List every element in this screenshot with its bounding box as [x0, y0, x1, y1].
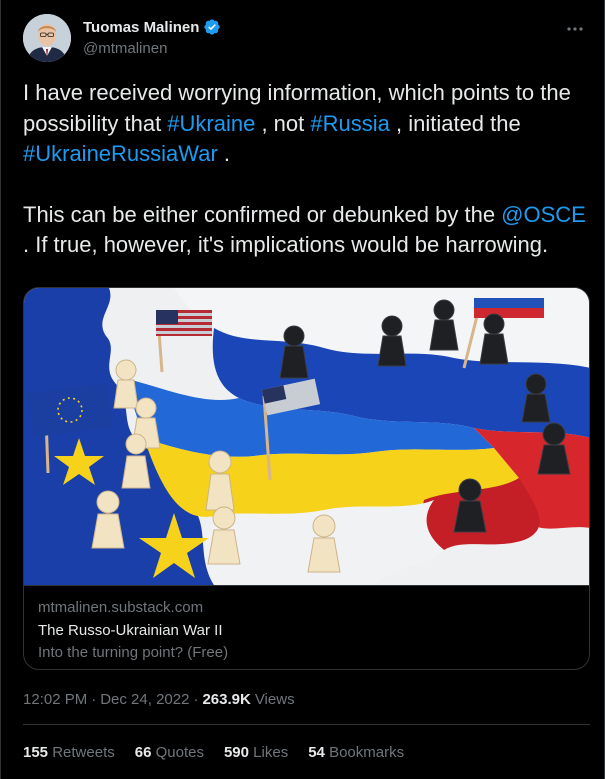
tweet-text-segment: , initiated the [389, 110, 521, 136]
card-description: Into the turning point? (Free) [38, 644, 229, 661]
verified-badge-icon[interactable] [203, 18, 221, 36]
retweets-stat[interactable]: 155 Retweets [23, 744, 115, 761]
tweet-container: Tuomas Malinen @mtmalinen I have receive… [0, 0, 605, 779]
author-name-row: Tuomas Malinen [83, 18, 221, 36]
tweet-time[interactable]: 12:02 PM [23, 691, 87, 708]
likes-count: 590 [223, 744, 249, 761]
engagement-stats: 155 Retweets 66 Quotes 590 Likes 54 Book… [23, 744, 404, 761]
tweet-text-segment: . If true, however, it's implications wo… [23, 232, 549, 257]
card-meta: mtmalinen.substack.com The Russo-Ukraini… [24, 585, 589, 669]
more-icon [567, 27, 583, 31]
profile-photo-icon [23, 14, 71, 62]
tweet-text-segment: This can be either confirmed or debunked… [23, 201, 502, 227]
likes-stat[interactable]: 590 Likes [224, 744, 288, 761]
tweet-timestamp-row: 12:02 PM · Dec 24, 2022 · 263.9K Views [23, 691, 295, 708]
separator-dot: · [193, 691, 199, 708]
quotes-stat[interactable]: 66 Quotes [135, 744, 204, 761]
tweet-paragraph-1: I have received worrying information, wh… [23, 78, 593, 170]
views-label: Views [254, 691, 295, 708]
retweets-label: Retweets [52, 744, 115, 761]
tweet-text: I have received worrying information, wh… [23, 78, 593, 261]
quotes-count: 66 [134, 744, 152, 761]
tweet-date[interactable]: Dec 24, 2022 [100, 691, 189, 708]
mention-osce-link[interactable]: @OSCE [501, 202, 586, 227]
bookmarks-label: Bookmarks [329, 744, 405, 761]
author-handle[interactable]: @mtmalinen [83, 40, 167, 57]
bookmarks-stat[interactable]: 54 Bookmarks [308, 744, 404, 761]
divider [23, 724, 590, 725]
hashtag-russia-link[interactable]: #Russia [310, 111, 389, 136]
tweet-paragraph-2: This can be either confirmed or debunked… [23, 200, 593, 261]
avatar[interactable] [23, 14, 71, 62]
bookmarks-count: 54 [308, 744, 325, 761]
card-image [24, 288, 589, 585]
tweet-text-segment: . [217, 141, 231, 166]
retweets-count: 155 [23, 744, 49, 761]
tweet-text-segment: , not [255, 110, 311, 136]
separator-dot: · [91, 691, 97, 708]
card-title: The Russo-Ukrainian War II [38, 622, 223, 639]
likes-label: Likes [253, 744, 289, 761]
author-display-name[interactable]: Tuomas Malinen [83, 19, 199, 36]
more-options-button[interactable] [562, 16, 588, 42]
quotes-label: Quotes [155, 744, 204, 761]
views-count: 263.9K [202, 691, 251, 708]
hashtag-ukraine-link[interactable]: #Ukraine [167, 111, 255, 136]
link-preview-card[interactable]: mtmalinen.substack.com The Russo-Ukraini… [23, 287, 590, 670]
card-domain: mtmalinen.substack.com [38, 599, 204, 616]
hashtag-ukrainerussiawar-link[interactable]: #UkraineRussiaWar [23, 141, 218, 166]
